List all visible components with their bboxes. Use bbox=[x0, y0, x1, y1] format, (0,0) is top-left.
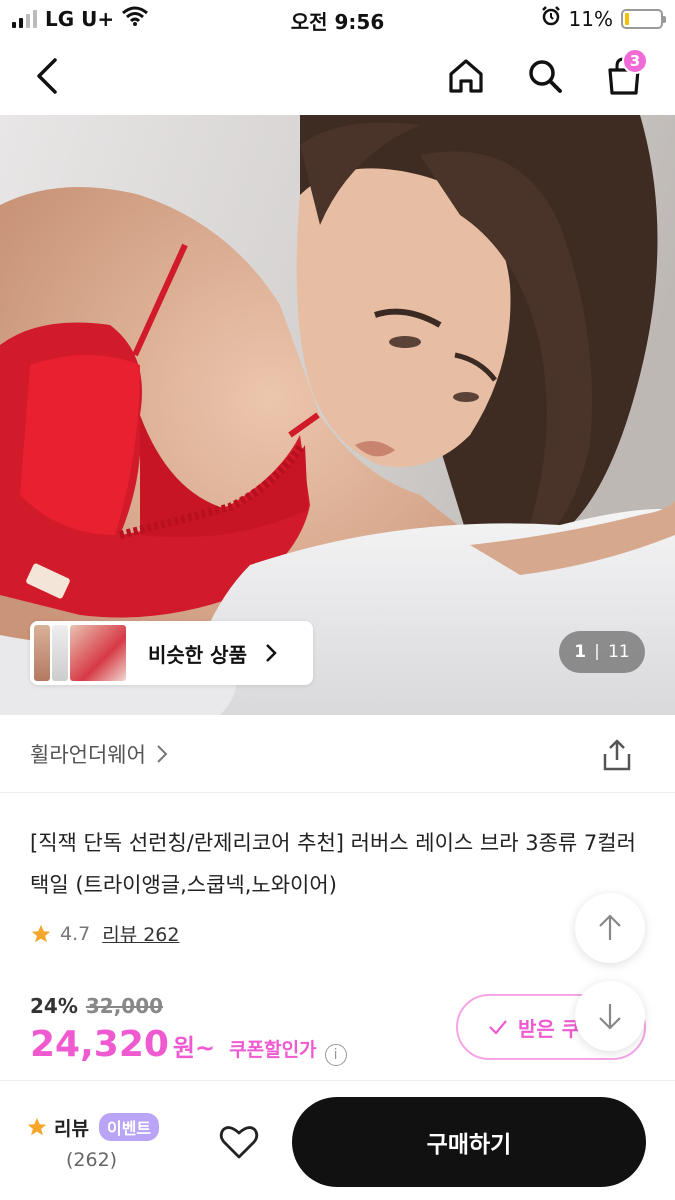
product-image-gallery[interactable]: 비슷한 상품 1 11 bbox=[0, 115, 675, 715]
alarm-icon bbox=[541, 6, 561, 31]
scroll-top-button[interactable] bbox=[575, 893, 645, 963]
brand-name: 휠라언더웨어 bbox=[30, 743, 146, 767]
thumbnail-image bbox=[70, 625, 126, 681]
thumbnail-image bbox=[34, 625, 50, 681]
event-badge: 이벤트 bbox=[98, 1113, 160, 1141]
star-icon bbox=[31, 924, 51, 942]
similar-products-label: 비슷한 상품 bbox=[148, 642, 247, 667]
status-bar: LG U+ 오전 9:56 11% bbox=[0, 0, 675, 36]
review-event-button[interactable]: 리뷰 이벤트 bbox=[26, 1113, 160, 1141]
search-button[interactable] bbox=[519, 50, 571, 102]
wishlist-button[interactable] bbox=[214, 1119, 264, 1165]
chevron-right-icon bbox=[266, 644, 277, 662]
counter-divider bbox=[596, 644, 599, 660]
scroll-bottom-button[interactable] bbox=[575, 981, 645, 1051]
star-icon bbox=[27, 1117, 47, 1136]
battery-percent: 11% bbox=[568, 6, 613, 31]
battery-fill bbox=[625, 12, 629, 25]
home-button[interactable] bbox=[440, 50, 492, 102]
thumbnail-image bbox=[52, 625, 68, 681]
product-title: [직잭 단독 선런칭/란제리코어 추천] 러버스 레이스 브라 3종류 7컬러 … bbox=[30, 831, 636, 897]
discount-row: 24% 32,000 bbox=[30, 994, 163, 1018]
share-icon bbox=[603, 739, 631, 771]
bottom-action-bar: 리뷰 이벤트 (262) 구매하기 bbox=[0, 1080, 675, 1200]
buy-button[interactable]: 구매하기 bbox=[292, 1097, 646, 1187]
discount-percent: 24% bbox=[30, 994, 78, 1018]
share-button[interactable] bbox=[597, 735, 637, 775]
check-icon bbox=[489, 1020, 507, 1035]
top-nav: 3 bbox=[0, 40, 675, 114]
status-right: 11% bbox=[541, 6, 666, 31]
rating-row: 4.7 리뷰 262 bbox=[30, 920, 179, 947]
battery-icon bbox=[621, 8, 666, 29]
total-pages: 11 bbox=[608, 642, 630, 662]
brand-row: 휠라언더웨어 bbox=[0, 715, 675, 793]
info-icon[interactable]: i bbox=[324, 1044, 347, 1066]
similar-thumbnails bbox=[34, 625, 126, 681]
similar-products-button[interactable]: 비슷한 상품 bbox=[30, 621, 313, 685]
review-link[interactable]: 리뷰 262 bbox=[102, 920, 179, 947]
search-icon bbox=[529, 60, 562, 93]
sale-price: 24,320 bbox=[30, 1024, 169, 1065]
review-label: 리뷰 bbox=[54, 1117, 89, 1140]
arrow-down-icon bbox=[599, 1004, 621, 1030]
rating-value: 4.7 bbox=[60, 922, 91, 945]
cart-count-badge: 3 bbox=[622, 48, 648, 74]
cart-button[interactable]: 3 bbox=[598, 48, 650, 102]
original-price: 32,000 bbox=[85, 994, 164, 1018]
review-count: (262) bbox=[66, 1149, 118, 1171]
home-icon bbox=[449, 59, 483, 93]
brand-link[interactable]: 휠라언더웨어 bbox=[30, 739, 168, 769]
chevron-right-icon bbox=[157, 745, 168, 763]
current-page: 1 bbox=[574, 642, 587, 662]
back-arrow-icon bbox=[37, 58, 57, 94]
sale-price-unit: 원~ bbox=[172, 1034, 216, 1062]
heart-icon bbox=[219, 1126, 259, 1159]
back-button[interactable] bbox=[22, 50, 74, 102]
arrow-up-icon bbox=[599, 914, 621, 940]
coupon-price-label: 쿠폰할인가 bbox=[229, 1039, 317, 1061]
image-page-counter: 1 11 bbox=[559, 631, 645, 673]
coupon-button-label: 받은 쿠 bbox=[518, 1016, 581, 1041]
sale-row: 24,320 원~ 쿠폰할인가 i bbox=[30, 1024, 347, 1066]
